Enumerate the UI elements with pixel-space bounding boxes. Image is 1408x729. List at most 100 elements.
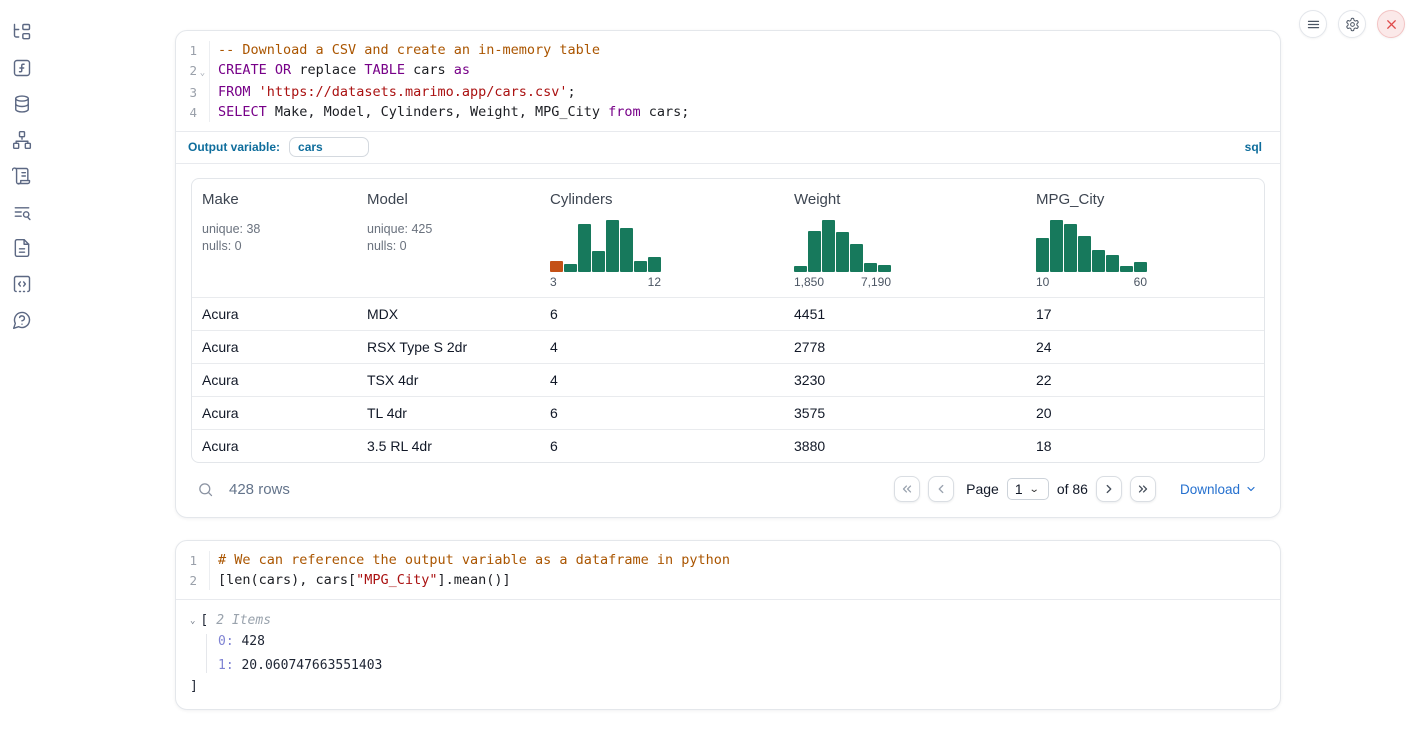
tree-root: ⌄ [ 2 Items xyxy=(190,613,1264,628)
menu-button[interactable] xyxy=(1299,10,1327,38)
previous-page-button[interactable] xyxy=(928,476,954,502)
output-variable-input[interactable] xyxy=(289,137,369,157)
page-total: of 86 xyxy=(1057,481,1088,497)
sidebar-item-datasources-database[interactable] xyxy=(12,94,32,114)
sidebar-item-file-explorer-tree[interactable] xyxy=(12,22,32,42)
histogram-bar xyxy=(620,228,633,272)
close-button[interactable] xyxy=(1377,10,1405,38)
sidebar-item-dependency-graph[interactable] xyxy=(12,130,32,150)
sidebar-item-help-chat[interactable] xyxy=(12,310,32,330)
table-cell: 6 xyxy=(540,298,784,330)
histogram-bar xyxy=(564,264,577,272)
logs-scroll-icon xyxy=(12,166,32,186)
sql-code-editor[interactable]: 1 -- Download a CSV and create an in-memo… xyxy=(176,31,1280,131)
sidebar-item-snippets-code[interactable] xyxy=(12,274,32,294)
first-page-button[interactable] xyxy=(894,476,920,502)
page-select[interactable]: 1 ⌄ xyxy=(1007,478,1049,500)
histogram-bar xyxy=(634,261,647,272)
histogram-bars xyxy=(550,220,661,272)
documentation-file-icon xyxy=(12,238,32,258)
table-cell: 6 xyxy=(540,397,784,429)
sidebar-item-logs-scroll[interactable] xyxy=(12,166,32,186)
line-number: 3 xyxy=(189,83,197,103)
table-cell: 20 xyxy=(1026,397,1264,429)
code-text: -- Download a CSV and create an in-memor… xyxy=(210,41,600,61)
code-line[interactable]: 2⌄CREATE OR replace TABLE cars as xyxy=(176,61,1280,84)
chevrons-right-icon xyxy=(1136,482,1150,496)
table-cell: 3575 xyxy=(784,397,1026,429)
code-line[interactable]: 4SELECT Make, Model, Cylinders, Weight, … xyxy=(176,103,1280,123)
column-header-mpg_city[interactable]: MPG_City1060 xyxy=(1026,179,1264,297)
table-cell: TL 4dr xyxy=(357,397,540,429)
histogram-bar xyxy=(808,231,821,272)
line-number: 2 xyxy=(189,61,197,81)
histogram-bars xyxy=(794,220,891,272)
notebook-controls xyxy=(1299,10,1405,38)
histogram-bar xyxy=(1106,255,1119,272)
table-row[interactable]: AcuraMDX6445117 xyxy=(192,297,1264,330)
table-cell: 3230 xyxy=(784,364,1026,396)
table-cell: RSX Type S 2dr xyxy=(357,331,540,363)
histogram-bar xyxy=(592,251,605,272)
code-text: CREATE OR replace TABLE cars as xyxy=(210,61,470,84)
python-code-editor[interactable]: 1 # We can reference the output variable … xyxy=(176,541,1280,599)
line-number-gutter: 2⌄ xyxy=(176,61,210,84)
list-item: 1: 20.060747663551403 xyxy=(218,658,1264,673)
code-text: [len(cars), cars["MPG_City"].mean()] xyxy=(210,571,511,591)
sidebar-item-variables-function[interactable] xyxy=(12,58,32,78)
gear-button[interactable] xyxy=(1338,10,1366,38)
open-bracket: [ xyxy=(200,613,208,628)
column-header-cylinders[interactable]: Cylinders312 xyxy=(540,179,784,297)
code-text: SELECT Make, Model, Cylinders, Weight, M… xyxy=(210,103,689,123)
line-number: 1 xyxy=(189,551,197,571)
code-line[interactable]: 3FROM 'https://datasets.marimo.app/cars.… xyxy=(176,83,1280,103)
entry-key: 1: xyxy=(218,658,234,673)
table-footer: 428 rows Page 1 ⌄ of 86 Download xyxy=(191,463,1265,509)
code-line[interactable]: 2[len(cars), cars["MPG_City"].mean()] xyxy=(176,571,1280,591)
collapse-chevron-icon[interactable]: ⌄ xyxy=(190,616,195,626)
column-histogram[interactable]: 1060 xyxy=(1036,220,1147,289)
stat-line: nulls: 0 xyxy=(367,238,530,255)
code-text: # We can reference the output variable a… xyxy=(210,551,730,571)
table-row[interactable]: AcuraTSX 4dr4323022 xyxy=(192,363,1264,396)
histogram-bar xyxy=(794,266,807,272)
axis-label: 1,850 xyxy=(794,275,824,289)
table-search-button[interactable] xyxy=(197,481,214,498)
data-table: Make unique: 38nulls: 0 Modelunique: 425nu… xyxy=(191,178,1265,463)
column-histogram[interactable]: 1,850 7,190 xyxy=(794,220,891,289)
table-cell: 4451 xyxy=(784,298,1026,330)
sidebar-item-outline-search[interactable] xyxy=(12,202,32,222)
items-count-label: 2 Items xyxy=(216,613,271,628)
column-histogram[interactable]: 312 xyxy=(550,220,661,289)
last-page-button[interactable] xyxy=(1130,476,1156,502)
column-stats: unique: 425nulls: 0 xyxy=(367,221,530,254)
datasources-database-icon xyxy=(12,94,32,114)
table-cell: 18 xyxy=(1026,430,1264,462)
sidebar-item-documentation-file[interactable] xyxy=(12,238,32,258)
column-name: Make xyxy=(202,191,347,208)
chevron-left-icon xyxy=(934,482,948,496)
column-stats: unique: 38nulls: 0 xyxy=(202,221,347,254)
histogram-bar xyxy=(850,244,863,272)
table-row[interactable]: AcuraTL 4dr6357520 xyxy=(192,396,1264,429)
search-icon xyxy=(197,481,214,498)
column-header-make[interactable]: Make unique: 38nulls: 0 xyxy=(192,179,357,297)
fold-chevron-icon[interactable]: ⌄ xyxy=(197,64,208,84)
python-cell-output: ⌄ [ 2 Items 0: 4281: 20.060747663551403 … xyxy=(176,599,1280,709)
next-page-button[interactable] xyxy=(1096,476,1122,502)
table-row[interactable]: AcuraRSX Type S 2dr4277824 xyxy=(192,330,1264,363)
axis-label: 7,190 xyxy=(861,275,891,289)
close-bracket: ] xyxy=(190,679,1264,694)
table-row[interactable]: Acura3.5 RL 4dr6388018 xyxy=(192,429,1264,462)
table-cell: 3.5 RL 4dr xyxy=(357,430,540,462)
download-button[interactable]: Download xyxy=(1180,482,1257,497)
table-cell: 6 xyxy=(540,430,784,462)
histogram-axis-labels: 1,850 7,190 xyxy=(794,275,891,289)
line-number: 1 xyxy=(189,41,197,61)
column-header-weight[interactable]: Weight1,8507,190 xyxy=(784,179,1026,297)
code-line[interactable]: 1 # We can reference the output variable … xyxy=(176,551,1280,571)
menu-icon xyxy=(1306,17,1321,32)
histogram-bar xyxy=(864,263,877,272)
column-header-model[interactable]: Modelunique: 425nulls: 0 xyxy=(357,179,540,297)
code-line[interactable]: 1 -- Download a CSV and create an in-memo… xyxy=(176,41,1280,61)
